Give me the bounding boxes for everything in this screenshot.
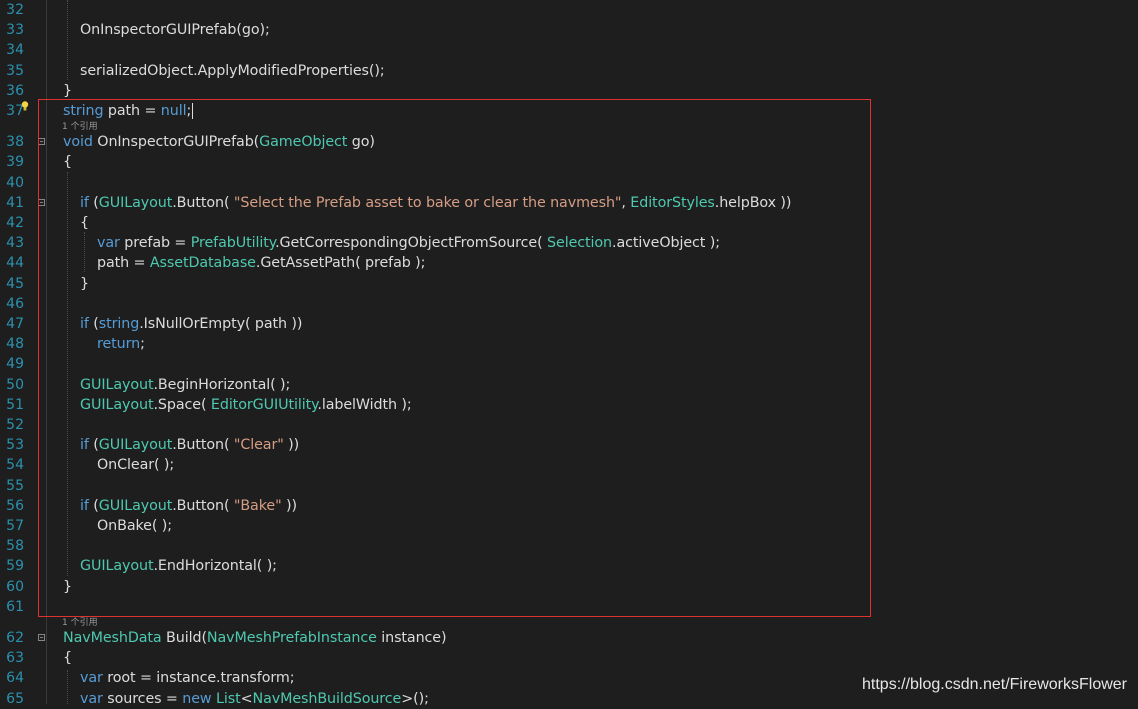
line-number: 62 bbox=[6, 630, 24, 646]
code-token: >(); bbox=[401, 690, 429, 707]
code-token: root = instance.transform; bbox=[102, 670, 295, 687]
code-text: } bbox=[63, 81, 72, 101]
line-number: 38 bbox=[6, 134, 24, 151]
code-line[interactable]: 32 bbox=[0, 0, 1138, 20]
line-number: 42 bbox=[6, 215, 24, 231]
line-number: 60 bbox=[6, 578, 24, 595]
line-number: 53 bbox=[6, 437, 24, 454]
line-number: 39 bbox=[6, 154, 24, 171]
code-text: OnInspectorGUIPrefab(go); bbox=[80, 20, 270, 40]
line-number: 48 bbox=[6, 336, 24, 353]
code-token: NavMeshData bbox=[63, 630, 162, 646]
lightbulb-icon[interactable] bbox=[21, 101, 29, 112]
code-token: < bbox=[240, 690, 253, 707]
code-line[interactable]: 62 NavMeshData Build(NavMeshPrefabInstanc… bbox=[0, 628, 1138, 648]
line-number: 59 bbox=[6, 558, 24, 575]
code-token: OnInspectorGUIPrefab(go); bbox=[80, 22, 270, 39]
code-token: { bbox=[63, 650, 72, 667]
code-token: NavMeshPrefabInstance bbox=[206, 630, 377, 646]
codelens-reference-count[interactable]: 1 个引用 bbox=[62, 618, 98, 628]
code-text: serializedObject.ApplyModifiedProperties… bbox=[80, 61, 385, 81]
code-text: var root = instance.transform; bbox=[80, 668, 295, 688]
code-token: NavMeshBuildSource bbox=[252, 690, 402, 707]
code-line[interactable]: 35 serializedObject.ApplyModifiedProperti… bbox=[0, 61, 1138, 81]
line-number: 41 bbox=[6, 194, 24, 211]
line-number: 34 bbox=[6, 42, 24, 59]
line-number: 45 bbox=[6, 275, 24, 292]
code-token: var bbox=[80, 690, 103, 707]
code-editor[interactable]: 32 33 OnInspectorGUIPrefab(go); 34 35 seriali… bbox=[0, 0, 1138, 707]
line-number: 40 bbox=[6, 174, 24, 191]
line-number: 46 bbox=[6, 295, 24, 312]
line-number: 63 bbox=[6, 650, 24, 667]
line-number: 33 bbox=[6, 22, 24, 39]
line-number: 49 bbox=[6, 356, 24, 373]
line-number: 43 bbox=[6, 235, 24, 252]
annotation-highlight-box bbox=[38, 99, 871, 617]
line-number: 44 bbox=[6, 255, 24, 272]
code-token: List bbox=[215, 690, 241, 707]
code-text: var sources = new List<NavMeshBuildSourc… bbox=[80, 689, 429, 709]
code-text: NavMeshData Build(NavMeshPrefabInstance … bbox=[63, 628, 447, 648]
code-token: Build( bbox=[161, 630, 207, 646]
code-token: var bbox=[80, 670, 103, 687]
watermark-text: https://blog.csdn.net/FireworksFlower bbox=[862, 676, 1127, 693]
code-text: { bbox=[63, 648, 72, 668]
line-number: 58 bbox=[6, 538, 24, 555]
line-number: 56 bbox=[6, 497, 24, 514]
line-number: 52 bbox=[6, 417, 24, 433]
code-token: new bbox=[182, 690, 212, 707]
code-token: sources = bbox=[102, 690, 183, 707]
collapse-icon[interactable] bbox=[38, 634, 45, 641]
code-line[interactable]: 33 OnInspectorGUIPrefab(go); bbox=[0, 20, 1138, 40]
code-line[interactable]: 34 bbox=[0, 40, 1138, 60]
code-line[interactable]: 36} bbox=[0, 81, 1138, 101]
line-number: 64 bbox=[6, 670, 24, 687]
line-number: 55 bbox=[6, 477, 24, 494]
line-number: 51 bbox=[6, 396, 24, 413]
line-number: 65 bbox=[6, 690, 24, 707]
line-number: 47 bbox=[6, 316, 24, 332]
line-number: 35 bbox=[6, 62, 24, 79]
line-number: 61 bbox=[6, 598, 24, 615]
line-number: 50 bbox=[6, 376, 24, 393]
code-token: serializedObject.ApplyModifiedProperties… bbox=[80, 62, 385, 79]
line-number: 36 bbox=[6, 82, 24, 99]
line-number: 57 bbox=[6, 518, 24, 534]
code-token: } bbox=[63, 82, 72, 99]
line-number: 54 bbox=[6, 457, 24, 474]
code-token: instance) bbox=[376, 630, 447, 646]
line-number: 32 bbox=[6, 2, 24, 18]
code-line[interactable]: 63 { bbox=[0, 648, 1138, 668]
